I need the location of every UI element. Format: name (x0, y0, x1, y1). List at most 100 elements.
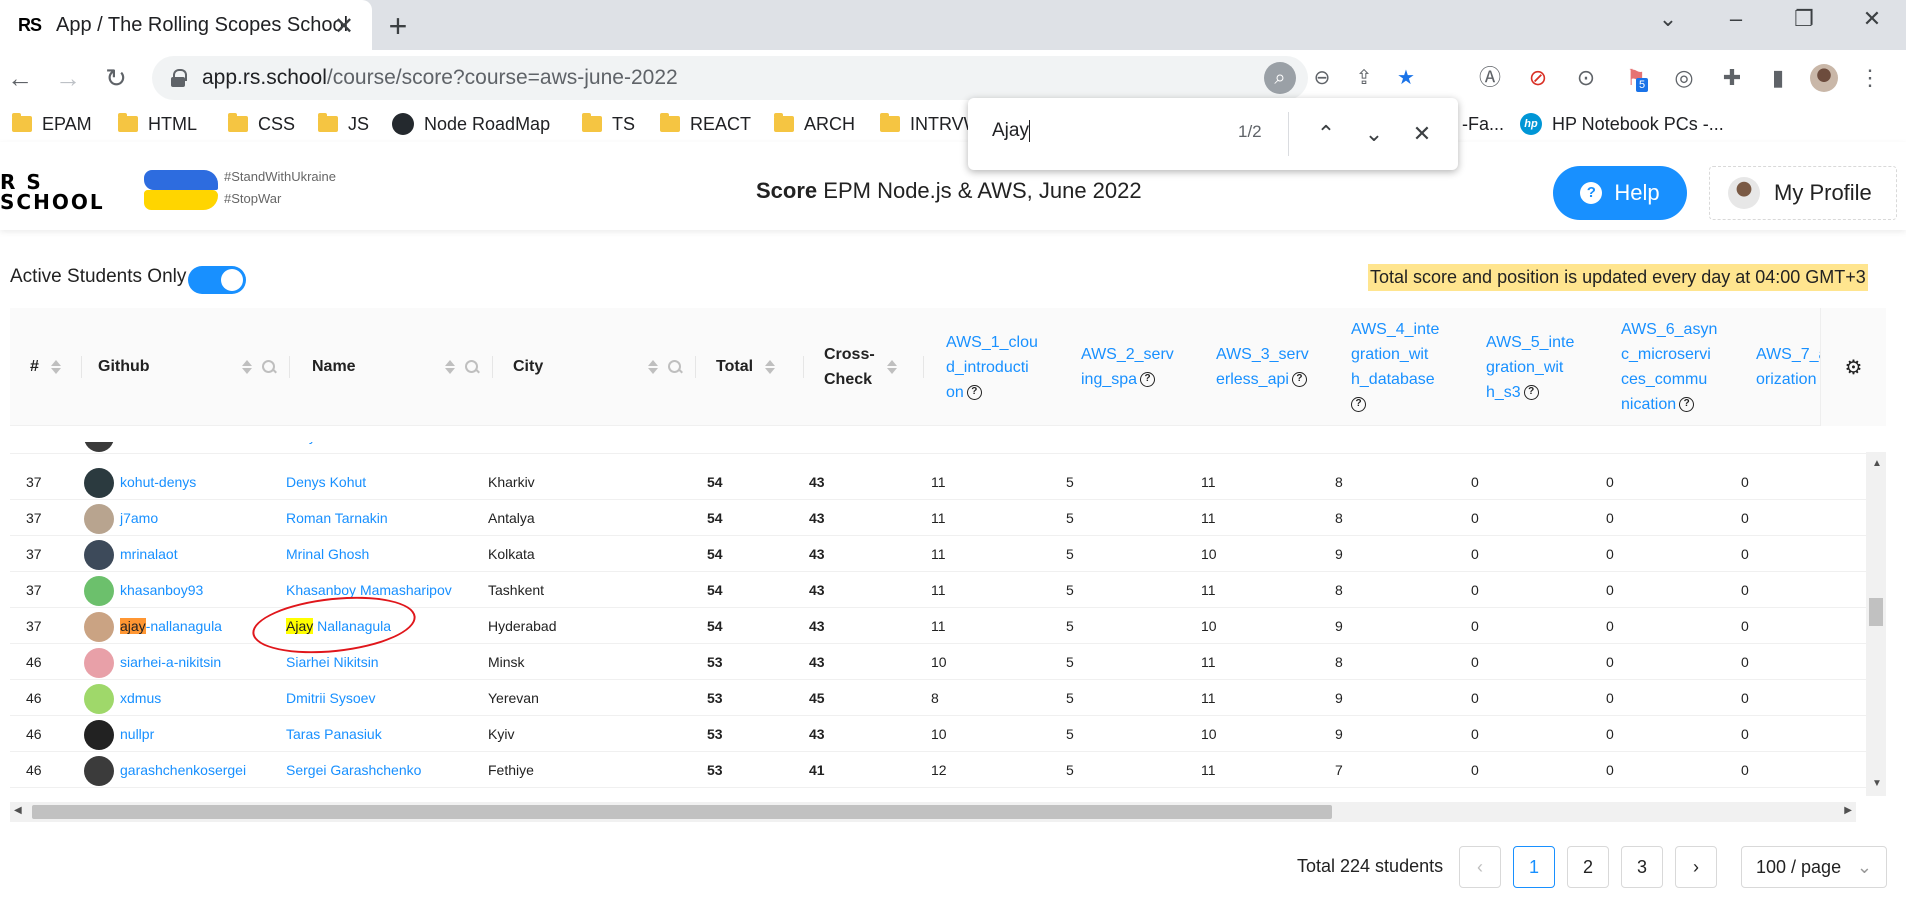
github-link[interactable]: khasanboy93 (120, 572, 203, 608)
github-link[interactable]: mrinalaot (120, 536, 178, 572)
menu-kebab-icon[interactable]: ⋮ (1856, 64, 1884, 92)
help-icon[interactable]: ? (1291, 372, 1307, 388)
blocker-extension-icon[interactable]: ⊘ (1524, 64, 1552, 92)
scroll-thumb[interactable] (32, 805, 1332, 819)
page-3-button[interactable]: 3 (1621, 846, 1663, 888)
next-page-button[interactable]: › (1675, 846, 1717, 888)
student-name-link[interactable]: Roman Tarnakin (286, 500, 388, 536)
bookmark-react[interactable]: REACT (660, 110, 751, 138)
my-profile-button[interactable]: My Profile (1709, 166, 1897, 220)
bookmark-arch[interactable]: ARCH (774, 110, 855, 138)
profile-avatar-icon[interactable] (1810, 64, 1838, 92)
reload-button[interactable]: ↻ (98, 60, 134, 96)
extension-badge-icon[interactable]: ⚑5 (1622, 64, 1650, 92)
sort-icon[interactable] (445, 360, 455, 374)
address-bar[interactable]: app.rs.school/course/score?course=aws-ju… (152, 56, 1415, 100)
search-icon[interactable] (465, 360, 479, 374)
col-aws-2[interactable]: AWS_2_serv ing_spa? (1059, 308, 1194, 426)
bookmark-html[interactable]: HTML (118, 110, 197, 138)
col-name[interactable]: Name (290, 308, 493, 426)
bookmark-fa[interactable]: -Fa... (1462, 110, 1504, 138)
active-students-toggle[interactable] (188, 266, 246, 294)
find-next-button[interactable]: ⌄ (1358, 118, 1390, 150)
vertical-scrollbar[interactable]: ▲ ▼ (1866, 452, 1886, 796)
github-link[interactable]: xdmus (120, 680, 161, 716)
scroll-up-icon[interactable]: ▲ (1872, 458, 1882, 469)
col-total[interactable]: Total (696, 308, 804, 426)
bookmark-intrvw[interactable]: INTRVW (880, 110, 981, 138)
zoom-icon[interactable]: ⊖ (1306, 62, 1338, 94)
scroll-down-icon[interactable]: ▼ (1872, 778, 1882, 789)
new-tab-button[interactable]: + (380, 8, 416, 45)
share-icon[interactable]: ⇪ (1348, 62, 1380, 94)
bookmark-epam[interactable]: EPAM (12, 110, 92, 138)
find-input[interactable]: Ajay (992, 120, 1030, 142)
bookmark-js[interactable]: JS (318, 110, 369, 138)
github-link[interactable]: garashchenkosergei (120, 752, 246, 788)
github-link[interactable]: j7amo (120, 500, 158, 536)
github-link[interactable]: nullpr (120, 716, 154, 752)
github-link[interactable]: ajay-nallanagula (120, 608, 222, 644)
extension-a-icon[interactable]: Ⓐ (1476, 64, 1504, 92)
scroll-right-icon[interactable]: ▶ (1844, 805, 1852, 816)
student-name-link[interactable]: Denys Kohut (286, 464, 366, 500)
table-settings-gear-icon[interactable]: ⚙ (1820, 308, 1886, 426)
page-1-button[interactable]: 1 (1513, 846, 1555, 888)
bookmark-node-roadmap[interactable]: Node RoadMap (392, 110, 550, 138)
prev-page-button[interactable]: ‹ (1459, 846, 1501, 888)
page-size-select[interactable]: 100 / page ⌄ (1741, 846, 1887, 888)
col-city[interactable]: City (493, 308, 696, 426)
side-panel-icon[interactable]: ▮ (1764, 64, 1792, 92)
help-button[interactable]: ? Help (1553, 166, 1687, 220)
page-2-button[interactable]: 2 (1567, 846, 1609, 888)
help-icon[interactable]: ? (1351, 397, 1366, 413)
find-previous-button[interactable]: ⌃ (1310, 118, 1342, 150)
rs-school-logo[interactable]: R S SCHOOL (0, 172, 105, 212)
record-extension-icon[interactable]: ◎ (1670, 64, 1698, 92)
sort-icon[interactable] (648, 360, 658, 374)
forward-button[interactable]: → (50, 60, 86, 96)
scroll-left-icon[interactable]: ◀ (14, 805, 22, 816)
col-github[interactable]: Github (82, 308, 290, 426)
tab-search-icon[interactable]: ⌄ (1648, 6, 1688, 32)
col-cross-check[interactable]: Cross- Check (804, 308, 924, 426)
bookmark-hp-notebook[interactable]: hp HP Notebook PCs -... (1520, 110, 1724, 138)
col-aws-3[interactable]: AWS_3_serv erless_api? (1194, 308, 1329, 426)
horizontal-scrollbar[interactable]: ◀ ▶ (10, 802, 1856, 822)
sort-icon[interactable] (886, 360, 897, 374)
student-name-link[interactable]: Mrinal Ghosh (286, 536, 369, 572)
restore-button[interactable]: ❐ (1784, 6, 1824, 32)
help-icon[interactable]: ? (1523, 384, 1539, 400)
bookmark-star-icon[interactable]: ★ (1390, 62, 1422, 94)
student-name-link[interactable]: Sergei Garashchenko (286, 752, 421, 788)
browser-tab[interactable]: RS App / The Rolling Scopes School ✕ (0, 0, 372, 50)
github-link[interactable]: siarhei-a-nikitsin (120, 644, 221, 680)
find-in-page-icon[interactable]: ⌕ (1264, 62, 1296, 94)
search-icon[interactable] (668, 360, 682, 374)
minimize-button[interactable]: – (1716, 6, 1756, 32)
bookmark-ts[interactable]: TS (582, 110, 635, 138)
sort-icon[interactable] (242, 360, 252, 374)
find-close-button[interactable]: ✕ (1406, 118, 1438, 150)
sort-icon[interactable] (50, 360, 61, 374)
bookmark-css[interactable]: CSS (228, 110, 295, 138)
col-aws-4[interactable]: AWS_4_inte gration_wit h_database? (1329, 308, 1464, 426)
help-icon[interactable]: ? (966, 384, 982, 400)
col-aws-1[interactable]: AWS_1_clou d_introducti on? (924, 308, 1059, 426)
col-aws-6[interactable]: AWS_6_asyn c_microservi ces_commu nication? (1599, 308, 1734, 426)
code-extension-icon[interactable]: ⊙ (1572, 64, 1600, 92)
col-aws-5[interactable]: AWS_5_inte gration_wit h_s3? (1464, 308, 1599, 426)
back-button[interactable]: ← (2, 60, 38, 96)
search-icon[interactable] (262, 360, 276, 374)
scroll-thumb[interactable] (1869, 598, 1883, 626)
col-aws-7[interactable]: AWS_7_auorization (1734, 308, 1820, 426)
help-icon[interactable]: ? (1679, 397, 1695, 413)
student-name-link[interactable]: Taras Panasiuk (286, 716, 382, 752)
github-link[interactable]: kohut-denys (120, 464, 196, 500)
close-window-button[interactable]: ✕ (1852, 6, 1892, 32)
student-name-link[interactable]: Dmitrii Sysoev (286, 680, 375, 716)
tab-close-icon[interactable]: ✕ (334, 12, 354, 41)
extensions-puzzle-icon[interactable]: ✚ (1718, 64, 1746, 92)
help-icon[interactable]: ? (1140, 372, 1156, 388)
col-rank[interactable]: # (10, 308, 82, 426)
